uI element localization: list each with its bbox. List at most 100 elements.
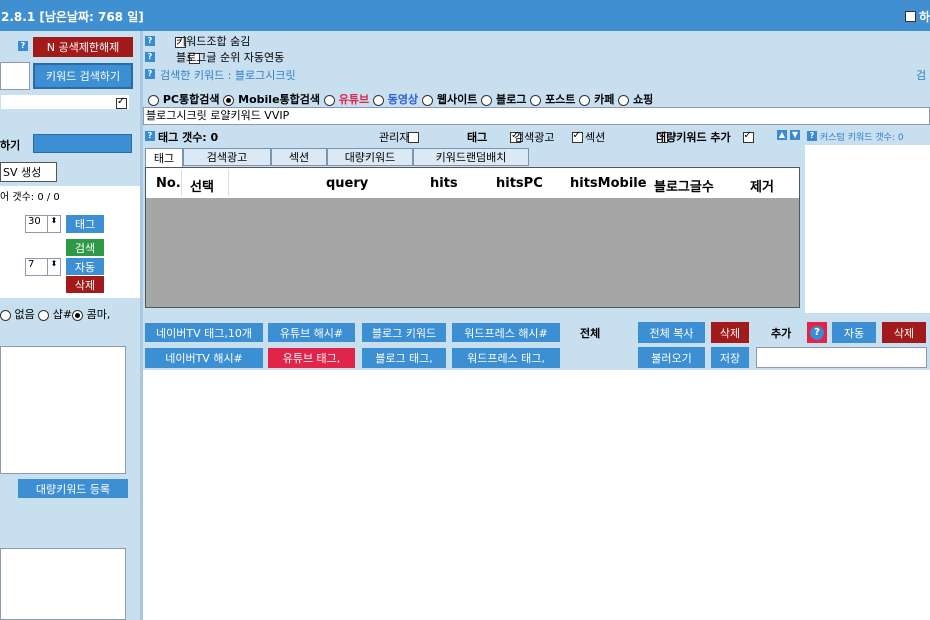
blog-keyword-button[interactable]: 블로그 키워드 [362, 323, 446, 342]
section-label: 섹션 [585, 131, 606, 144]
naver-tv-tag-button[interactable]: 네이버TV 태그,10개 [145, 323, 263, 342]
tab-keyword-random[interactable]: 키워드랜덤배치 [413, 148, 529, 166]
search-right-label: 검 [916, 69, 927, 82]
help-icon[interactable]: ? [145, 131, 155, 141]
radio-shop-label: 샵# [52, 308, 73, 321]
separator-radio-group: 없음 샵# 콤마, [0, 306, 110, 322]
help-icon[interactable]: ? [807, 131, 817, 141]
radio-cafe[interactable] [579, 94, 591, 106]
radio-blog[interactable] [481, 94, 493, 106]
help-icon[interactable]: ? [145, 52, 155, 62]
tag-checkbox-label: 태그 [467, 131, 488, 144]
blog-tag-button[interactable]: 블로그 태그, [362, 348, 446, 368]
naver-tv-hash-button[interactable]: 네이버TV 해시# [145, 348, 263, 368]
col-hitsmobile[interactable]: hitsMobile [570, 176, 647, 191]
delete-button[interactable]: 삭제 [66, 276, 104, 293]
radio-pc[interactable] [148, 94, 159, 106]
hide-combo-label: 키워드조합 숨김 [176, 35, 251, 48]
radio-website[interactable] [421, 94, 433, 106]
radio-cafe-label: 카페 [594, 93, 615, 106]
title-checkbox-box[interactable] [904, 11, 916, 22]
keyword-input[interactable] [0, 62, 30, 90]
bulk-keyword-register-button[interactable]: 대량키워드 등록 [18, 479, 128, 498]
youtube-tag-button[interactable]: 유튜브 태그, [268, 348, 355, 368]
radio-video[interactable] [372, 94, 384, 106]
radio-website-label: 웹사이트 [436, 93, 478, 106]
searched-keyword-label: 검색한 키워드 : 블로그시크릿 [160, 69, 296, 82]
progress-bar [33, 134, 132, 153]
stepper-arrows-icon[interactable]: ⬍ [47, 216, 60, 232]
radio-comma[interactable] [72, 309, 84, 321]
arrow-down-icon[interactable]: ▼ [790, 130, 800, 140]
col-blog-count[interactable]: 블로그글수 [654, 176, 714, 195]
title-checkbox[interactable]: 하 [904, 8, 930, 25]
tab-tag[interactable]: 태그 [145, 148, 183, 167]
wordpress-hash-button[interactable]: 워드프레스 해시# [452, 323, 560, 342]
stepper-arrows-icon[interactable]: ⬍ [47, 259, 60, 275]
count-label: 어 갯수: 0 / 0 [0, 192, 60, 203]
col-remove[interactable]: 제거 [750, 176, 774, 195]
tag-count-stepper[interactable]: 30 ⬍ [25, 215, 61, 233]
radio-comma-label: 콤마, [86, 308, 111, 321]
auto-button[interactable]: 자동 [66, 258, 104, 275]
title-bar: 2.8.1 [남은날짜: 768 일] 하 [0, 0, 930, 31]
radio-shopping[interactable] [618, 94, 630, 106]
left-option-checkbox[interactable] [116, 96, 127, 109]
grid-header: No. 선택 query hits hitsPC hitsMobile 블로그글… [146, 168, 799, 198]
tag-output-textarea[interactable] [0, 346, 126, 474]
search-ad-label: 검색광고 [514, 131, 555, 144]
admin-label: 관리자 [379, 131, 410, 144]
radio-shopping-label: 쇼핑 [633, 93, 654, 106]
arrow-up-icon[interactable]: ▲ [777, 130, 787, 140]
tag-count-value: 30 [28, 216, 41, 227]
bulk-add-label: 대량키워드 추가 [656, 131, 731, 144]
delete-tag-button[interactable]: 삭제 [711, 322, 749, 343]
search-button[interactable]: 검색 [66, 239, 104, 256]
col-query[interactable]: query [326, 176, 368, 191]
tab-section[interactable]: 섹션 [271, 148, 327, 166]
auto-count-stepper[interactable]: 7 ⬍ [25, 258, 61, 276]
col-hits[interactable]: hits [430, 176, 458, 191]
save-button[interactable]: 저장 [711, 347, 749, 368]
bulk-add-checkbox[interactable] [742, 130, 754, 143]
copy-all-button[interactable]: 전체 복사 [638, 322, 705, 343]
help-icon[interactable]: ? [145, 69, 155, 79]
radio-none-label: 없음 [14, 308, 35, 321]
delete-run-button[interactable]: 삭제 [882, 322, 926, 343]
radio-none[interactable] [0, 309, 11, 321]
title-checkbox-label: 하 [918, 10, 930, 24]
blog-rank-label: 블로그글 순위 자동연동 [176, 51, 285, 64]
csv-generate-button[interactable]: SV 생성 [0, 162, 57, 182]
help-icon[interactable]: ? [807, 322, 827, 343]
load-button[interactable]: 불러오기 [638, 347, 705, 368]
custom-keyword-list[interactable] [805, 145, 930, 313]
tab-bulk-keyword[interactable]: 대량키워드 [327, 148, 413, 166]
search-type-radio-group: PC통합검색 Mobile통합검색 유튜브 동영상 웹사이트 블로그 포스트 카… [148, 91, 653, 107]
tag-button[interactable]: 태그 [66, 215, 104, 233]
keyword-search-button[interactable]: 키워드 검색하기 [33, 63, 133, 89]
help-icon[interactable]: ? [145, 36, 155, 46]
col-no[interactable]: No. [156, 176, 181, 191]
radio-video-label: 동영상 [387, 93, 419, 106]
unlock-search-limit-button[interactable]: N 공색제한해제 [33, 37, 133, 57]
col-hitspc[interactable]: hitsPC [496, 176, 543, 191]
bulk-keyword-textarea[interactable] [0, 548, 126, 620]
radio-post[interactable] [530, 94, 542, 106]
main-keyword-input[interactable]: 블로그시크릿 로얄키워드 VVIP [143, 107, 930, 125]
radio-youtube-label: 유튜브 [338, 93, 370, 106]
auto-run-button[interactable]: 자동 [832, 322, 876, 343]
col-divider [228, 170, 229, 196]
file-name-input[interactable] [756, 347, 927, 368]
col-select[interactable]: 선택 [190, 176, 214, 195]
wordpress-tag-button[interactable]: 워드프레스 태그, [452, 348, 560, 368]
keyword-grid[interactable]: No. 선택 query hits hitsPC hitsMobile 블로그글… [145, 167, 800, 308]
radio-youtube[interactable] [323, 94, 335, 106]
tab-search-ad[interactable]: 검색광고 [183, 148, 271, 166]
search-ad-checkbox[interactable] [571, 130, 583, 143]
radio-mobile[interactable] [223, 94, 235, 106]
radio-post-label: 포스트 [545, 93, 576, 106]
youtube-hash-button[interactable]: 유튜브 해시# [268, 323, 355, 342]
radio-shop[interactable] [38, 309, 50, 321]
custom-keyword-count-label: 커스텀 키워드 갯수: 0 [820, 133, 904, 143]
help-icon[interactable]: ? [18, 41, 28, 51]
